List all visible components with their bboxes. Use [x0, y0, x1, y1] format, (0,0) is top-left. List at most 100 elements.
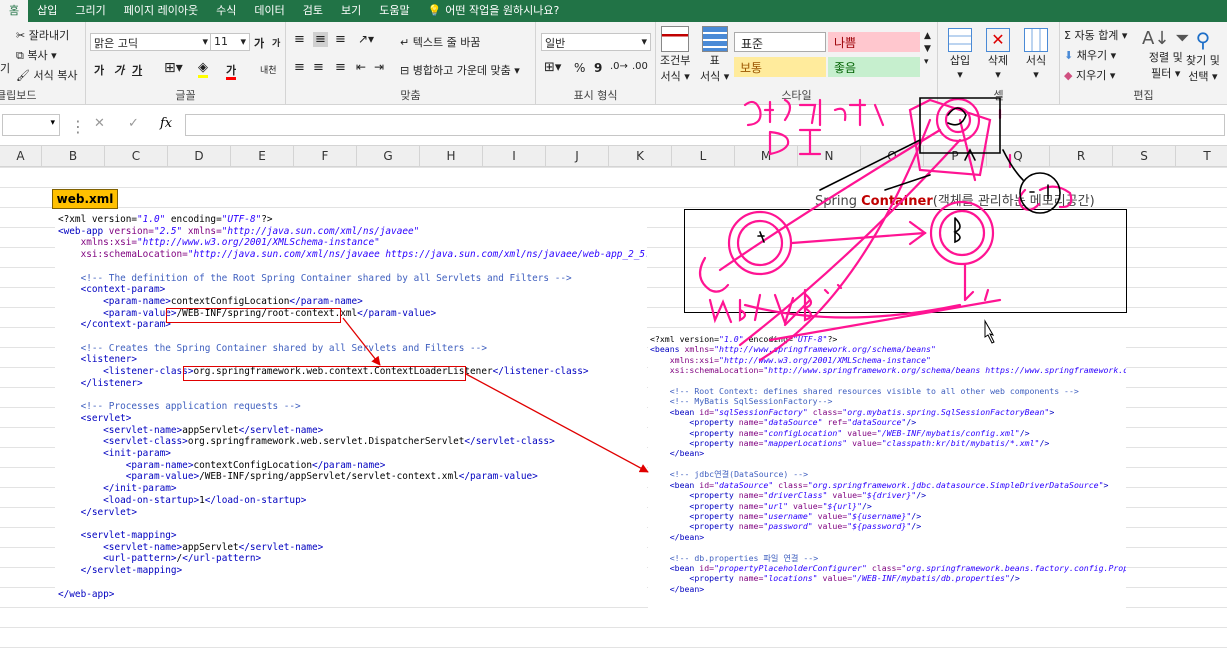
tab-view[interactable]: 보기 — [332, 0, 370, 22]
conditional-format-button[interactable]: 조건부 서식 ▾ — [660, 26, 690, 84]
italic-button[interactable]: 가 — [114, 62, 124, 80]
merge-center-button[interactable]: ⊟ 병합하고 가운데 맞춤 ▾ — [400, 62, 520, 78]
column-header-P[interactable]: P — [924, 146, 987, 166]
increase-indent-icon[interactable]: ⇥ — [374, 60, 384, 74]
copy-button[interactable]: ⧉ 복사 ▾ — [16, 47, 57, 63]
cond-format-label-2: 서식 ▾ — [660, 70, 690, 83]
style-normal[interactable]: 표준 — [734, 32, 826, 52]
insert-cells-button[interactable]: 삽입 ▾ — [948, 28, 972, 81]
code-token: contextConfigLocation — [193, 459, 312, 471]
font-name-select[interactable]: 맑은 고딕 ▾ — [90, 33, 212, 51]
column-header-M[interactable]: M — [735, 146, 798, 166]
column-header-O[interactable]: O — [861, 146, 924, 166]
cancel-icon[interactable]: ✕ — [94, 116, 105, 131]
column-header-B[interactable]: B — [42, 146, 105, 166]
code-token: <param-value> — [58, 307, 177, 319]
column-header-J[interactable]: J — [546, 146, 609, 166]
align-center-icon[interactable]: ≡ — [313, 60, 324, 75]
clear-button[interactable]: ◆ 지우기 ▾ — [1064, 67, 1115, 83]
number-format-select[interactable]: 일반 ▾ — [541, 33, 651, 51]
code-token: org.springframework.web.servlet.Dispatch… — [187, 436, 465, 448]
decrease-decimal-icon[interactable]: .00 — [632, 61, 648, 72]
column-header-H[interactable]: H — [420, 146, 483, 166]
column-header-N[interactable]: N — [798, 146, 861, 166]
column-header-C[interactable]: C — [105, 146, 168, 166]
style-neutral[interactable]: 보통 — [734, 57, 826, 77]
sort-filter-button[interactable]: A↓ ⏷ 정렬 및 필터 ▾ — [1142, 28, 1190, 81]
fill-label: 채우기 — [1076, 49, 1108, 62]
grow-font-button[interactable]: 가 — [254, 35, 264, 53]
column-header-I[interactable]: I — [483, 146, 546, 166]
column-header-E[interactable]: E — [231, 146, 294, 166]
comma-button[interactable]: 9 — [594, 61, 602, 75]
tab-insert[interactable]: 삽입 — [28, 0, 66, 22]
code-token: /> — [911, 510, 922, 521]
border-icon[interactable]: ⊞▾ — [164, 60, 183, 78]
tab-help[interactable]: 도움말 — [370, 0, 418, 22]
underline-button[interactable]: 가 — [132, 62, 142, 80]
increase-decimal-icon[interactable]: .0→ — [610, 61, 628, 72]
enter-icon[interactable]: ✓ — [128, 116, 139, 131]
name-box[interactable]: ▾ — [2, 114, 60, 136]
find-select-button[interactable]: ⚲ 찾기 및 선택 ▾ — [1186, 28, 1220, 84]
paste-button-label[interactable]: 기 — [0, 60, 10, 76]
column-header-D[interactable]: D — [168, 146, 231, 166]
code-token: version= — [103, 225, 154, 237]
style-good[interactable]: 좋음 — [828, 57, 920, 77]
code-token: <beans — [650, 344, 680, 355]
style-bad[interactable]: 나쁨 — [828, 32, 920, 52]
bold-button[interactable]: 가 — [94, 62, 104, 80]
percent-button[interactable]: % — [574, 61, 585, 75]
wrap-text-button[interactable]: ↵ 텍스트 줄 바꿈 — [400, 34, 480, 50]
cut-button[interactable]: ✂ 잘라내기 — [16, 27, 69, 43]
align-bottom-icon[interactable]: ≡ — [335, 32, 346, 47]
code-token: <!-- Root Context: defines shared resour… — [650, 386, 1079, 397]
font-color-button[interactable]: 가 — [226, 62, 237, 80]
column-header-S[interactable]: S — [1113, 146, 1176, 166]
tell-me-search[interactable]: 💡 어떤 작업을 원하시나요? — [419, 0, 569, 22]
code-token: /> — [916, 490, 927, 501]
column-header-K[interactable]: K — [609, 146, 672, 166]
column-header-G[interactable]: G — [357, 146, 420, 166]
align-top-icon[interactable]: ≡ — [294, 32, 305, 47]
font-size-select[interactable]: 11 ▾ — [210, 33, 250, 51]
align-middle-icon[interactable]: ≡ — [313, 32, 328, 47]
tab-data[interactable]: 데이터 — [245, 0, 293, 22]
code-line: <!-- Creates the Spring Container shared… — [58, 343, 644, 355]
orientation-icon[interactable]: ↗▾ — [358, 32, 374, 46]
column-header-R[interactable]: R — [1050, 146, 1113, 166]
tab-draw[interactable]: 그리기 — [66, 0, 114, 22]
align-right-icon[interactable]: ≡ — [335, 60, 346, 75]
fill-color-icon[interactable]: ◈ — [198, 60, 208, 78]
code-token: xmlns= — [182, 225, 222, 237]
fill-button[interactable]: ⬇ 채우기 ▾ — [1064, 47, 1116, 63]
format-cells-button[interactable]: 서식 ▾ — [1024, 28, 1048, 81]
column-header-L[interactable]: L — [672, 146, 735, 166]
column-header-T[interactable]: T — [1176, 146, 1227, 166]
accounting-format-icon[interactable]: ⊞▾ — [544, 60, 561, 75]
align-left-icon[interactable]: ≡ — [294, 60, 305, 75]
column-header-F[interactable]: F — [294, 146, 357, 166]
code-token: value= — [842, 427, 877, 438]
phonetic-button[interactable]: 내천 — [260, 63, 277, 81]
tab-home[interactable]: 홈 — [0, 0, 29, 22]
decrease-indent-icon[interactable]: ⇤ — [356, 60, 366, 74]
delete-cells-button[interactable]: ✕ 삭제 ▾ — [986, 28, 1010, 81]
alignment-group-label: 맞춤 — [400, 89, 421, 102]
format-as-table-button[interactable]: 표 서식 ▾ — [700, 26, 729, 84]
insert-function-button[interactable]: fx — [160, 116, 172, 131]
format-painter-button[interactable]: 🖌 서식 복사 — [16, 67, 77, 83]
tab-page-layout[interactable]: 페이지 레이아웃 — [115, 0, 207, 22]
code-token: <param-value> — [58, 471, 200, 483]
column-header-Q[interactable]: Q — [987, 146, 1050, 166]
autosum-button[interactable]: Σ 자동 합계 ▾ — [1064, 27, 1127, 43]
formula-input[interactable] — [185, 114, 1225, 136]
tab-review[interactable]: 검토 — [294, 0, 332, 22]
code-token: <!-- Processes application requests --> — [58, 401, 301, 413]
column-header-A[interactable]: A — [0, 146, 42, 166]
styles-scroll-icon[interactable]: ▲ ▼ ▾ — [924, 30, 931, 69]
shrink-font-button[interactable]: 가 — [272, 36, 280, 54]
tab-formulas[interactable]: 수식 — [207, 0, 245, 22]
code-token: <listener-class> — [58, 366, 194, 378]
